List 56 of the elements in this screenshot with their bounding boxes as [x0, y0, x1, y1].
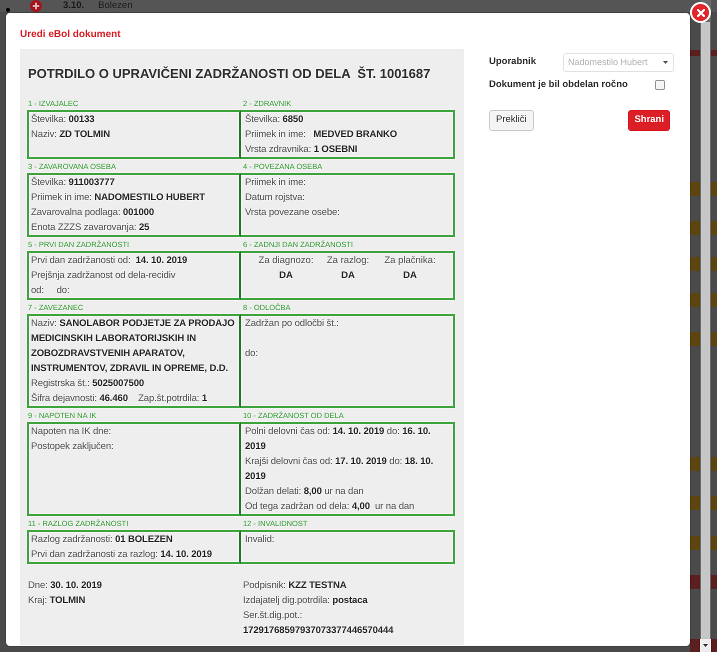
column-heading: Za razlog: [326, 254, 370, 268]
column-value: DA [279, 269, 293, 283]
cancel-button[interactable]: Prekliči [489, 110, 534, 131]
field-text: Polni delovni čas od: 14. 10. 2019 do: 16. 10. 2019 [245, 425, 432, 454]
row-number: 3.10. [63, 0, 84, 12]
field-text: Zavarovalna podlaga: 001000 [31, 206, 156, 220]
scrollbar-thumb[interactable] [701, 22, 710, 639]
field-text: Enota ZZZS zavarovanja: 25 [31, 221, 150, 235]
footer-text: Kraj: TOLMIN [28, 594, 86, 608]
field-text: Krajši delovni čas od: 17. 10. 2019 do: 18. 10. 2019 [245, 455, 434, 484]
field-text: do: [245, 347, 259, 361]
field-text: Prejšnja zadržanost od dela-recidiv [31, 269, 176, 283]
document-title: POTRDILO O UPRAVIČENI ZADRŽANOSTI OD DELA ŠT. 1001687 [28, 65, 430, 83]
column-value: DA [403, 269, 417, 283]
column-heading: Za diagnozo: [258, 254, 314, 268]
field-text: Vrsta povezane osebe: [245, 206, 341, 220]
field-text: Od tega zadržan od dela: 4,00 ur na dan [245, 500, 416, 514]
footer-text: Izdajatelj dig.potrdila: postaca [243, 594, 369, 608]
save-button[interactable]: Shrani [628, 110, 670, 131]
field-text: Naziv: ZD TOLMIN [31, 128, 111, 142]
column-heading: Za plačnika: [384, 254, 436, 268]
scroll-down-button[interactable] [700, 639, 711, 652]
field-text: Naziv: SANOLABOR PODJETJE ZA PRODAJO MEDICINSKIH LABORATORIJSKIH IN ZOBOZDRAVSTVENIH APARATOV, INSTRUMENTOV, ZDRAVIL IN OPREME, D.D. [31, 317, 236, 376]
field-text: od: do: [31, 284, 71, 298]
footer-text: Dne: 30. 10. 2019 [28, 579, 103, 593]
footer-text: Podpisnik: KZZ TESTNA [243, 579, 348, 593]
field-text: Šifra dejavnosti: 46.460 Zap.št.potrdila: 1 [31, 392, 208, 406]
field-text: Priimek in ime: [245, 176, 307, 190]
field-text: Datum rojstva: [245, 191, 306, 205]
dialog-title: Uredi eBol dokument [20, 29, 121, 41]
field-text: Postopek zaključen: [31, 440, 115, 454]
column-value: DA [341, 269, 355, 283]
footer-text: Ser.št.dig.pot.: 17291768597937073377446570444 [243, 609, 394, 638]
scrollbar[interactable] [700, 0, 711, 652]
caret-down-icon [663, 61, 668, 64]
field-text: Številka: 6850 [245, 112, 304, 127]
field-text: Številka: 00133 [31, 112, 96, 127]
row-label: Bolezen [98, 0, 132, 12]
plus-circle-icon [30, 0, 42, 12]
field-text: Priimek in ime: MEDVED BRANKO [245, 128, 398, 142]
field-label: Uporabnik [489, 55, 536, 70]
field-text: Registrska št.: 5025007500 [31, 377, 146, 391]
field-text: Številka: 911003777 [31, 176, 116, 190]
field-text: Prvi dan zadržanosti od: 14. 10. 2019 [31, 254, 188, 268]
checkbox-label: Dokument je bil obdelan ročno [489, 78, 628, 92]
field-text: Priimek in ime: NADOMESTILO HUBERT [31, 191, 206, 205]
field-text: Invalid: [245, 533, 276, 547]
field-text: Zadržan po odločbi št.: [245, 317, 340, 331]
field-text: Dolžan delati: 8,00 ur na dan [245, 485, 365, 499]
close-icon [696, 8, 704, 16]
field-text: Prvi dan zadržanosti za razlog: 14. 10. 2019 [31, 548, 213, 562]
caret-down-icon [703, 644, 708, 647]
field-text: Vrsta zdravnika: 1 OSEBNI [245, 143, 358, 157]
checkbox[interactable] [655, 80, 665, 90]
field-text: Napoten na IK dne: [31, 425, 112, 439]
field-text: Razlog zadržanosti: 01 BOLEZEN [31, 533, 174, 547]
